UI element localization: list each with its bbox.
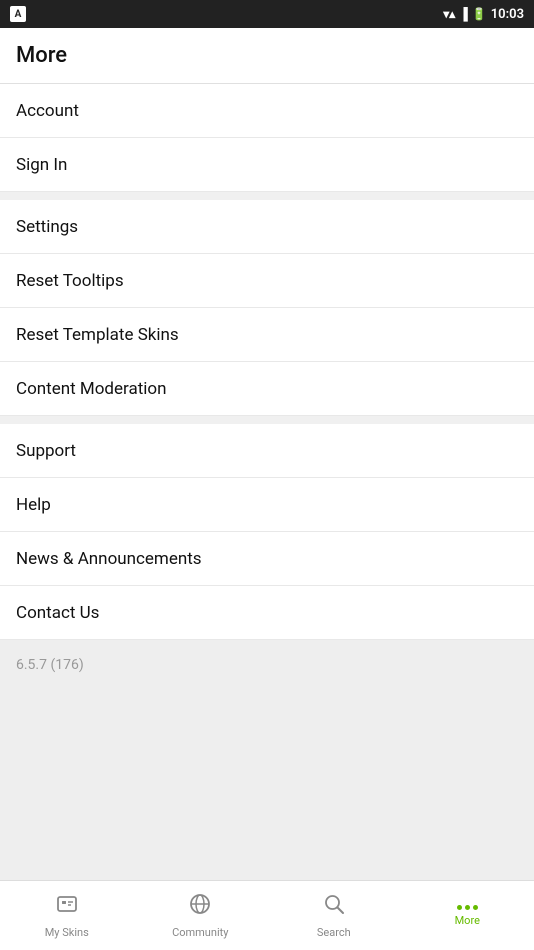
section-divider-1 [0, 192, 534, 200]
status-bar: A ▾▴ ▐ 🔋 10:03 [0, 0, 534, 28]
menu-item-support[interactable]: Support [0, 424, 534, 478]
menu-item-reset-tooltips[interactable]: Reset Tooltips [0, 254, 534, 308]
more-label: More [455, 914, 480, 927]
signal-icon: ▐ [459, 7, 468, 21]
nav-item-more[interactable]: More [401, 881, 534, 950]
page-title-bar: More [0, 28, 534, 84]
community-icon [188, 892, 212, 922]
menu-item-contact-us[interactable]: Contact Us [0, 586, 534, 640]
page-title: More [16, 43, 67, 68]
menu-item-account[interactable]: Account [0, 84, 534, 138]
section-divider-2 [0, 416, 534, 424]
nav-item-my-skins[interactable]: My Skins [0, 881, 134, 950]
version-area: 6.5.7 (176) [0, 640, 534, 774]
nav-item-community[interactable]: Community [134, 881, 268, 950]
bottom-nav: My Skins Community Search More [0, 880, 534, 950]
more-dots-icon [457, 905, 478, 910]
search-label: Search [317, 926, 351, 939]
a-icon: A [10, 6, 26, 22]
content-fill [0, 774, 534, 880]
community-label: Community [172, 926, 228, 939]
menu-item-news-announcements[interactable]: News & Announcements [0, 532, 534, 586]
nav-item-search[interactable]: Search [267, 881, 401, 950]
version-text: 6.5.7 (176) [16, 657, 84, 673]
wifi-icon: ▾▴ [443, 7, 455, 21]
menu-item-settings[interactable]: Settings [0, 200, 534, 254]
status-time: 10:03 [491, 7, 524, 22]
menu-item-reset-template-skins[interactable]: Reset Template Skins [0, 308, 534, 362]
search-icon [322, 892, 346, 922]
menu-item-content-moderation[interactable]: Content Moderation [0, 362, 534, 416]
my-skins-icon [55, 892, 79, 922]
my-skins-label: My Skins [45, 926, 89, 939]
menu-item-sign-in[interactable]: Sign In [0, 138, 534, 192]
menu-list: Account Sign In Settings Reset Tooltips … [0, 84, 534, 640]
battery-icon: 🔋 [472, 7, 487, 21]
menu-item-help[interactable]: Help [0, 478, 534, 532]
status-bar-right: ▾▴ ▐ 🔋 10:03 [443, 7, 524, 22]
